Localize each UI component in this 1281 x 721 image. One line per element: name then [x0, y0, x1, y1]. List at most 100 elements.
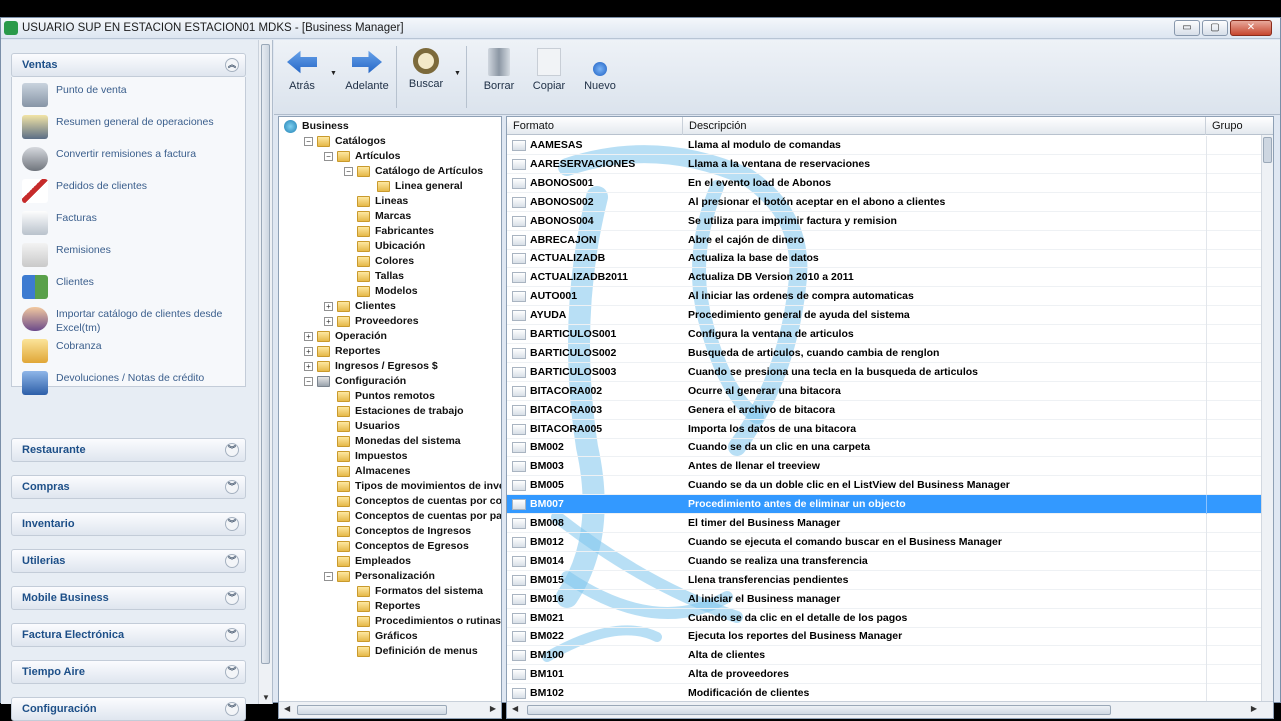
- chevron-down-icon[interactable]: ︾: [225, 591, 239, 605]
- table-row[interactable]: BM005 Cuando se da un doble clic en el Li…: [507, 476, 1263, 496]
- sidebar-item[interactable]: Devoluciones / Notas de crédito: [22, 371, 237, 395]
- table-row[interactable]: BM002 Cuando se da un clic en una carpeta: [507, 438, 1263, 458]
- sidebar-item[interactable]: Clientes: [22, 275, 237, 299]
- list-horizontal-scrollbar[interactable]: ◀ ▶: [507, 701, 1273, 718]
- scrollbar-thumb[interactable]: [1263, 137, 1272, 163]
- scroll-down-icon[interactable]: ▼: [262, 693, 270, 702]
- collapse-icon[interactable]: −: [324, 152, 333, 161]
- table-row[interactable]: BM012 Cuando se ejecuta el comando buscar…: [507, 532, 1263, 552]
- column-header-grupo[interactable]: Grupo: [1206, 117, 1273, 135]
- chevron-down-icon[interactable]: ︾: [225, 480, 239, 494]
- new-button[interactable]: Nuevo: [572, 48, 628, 92]
- tree-node[interactable]: Conceptos de Ingresos: [324, 524, 471, 539]
- tree-node[interactable]: + Ingresos / Egresos $: [304, 359, 438, 374]
- sidebar-item[interactable]: Importar catálogo de clientes desde Exce…: [22, 307, 237, 335]
- chevron-down-icon[interactable]: ︾: [225, 702, 239, 716]
- table-row[interactable]: BM003 Antes de llenar el treeview: [507, 457, 1263, 477]
- back-button[interactable]: Atrás: [274, 48, 330, 92]
- sidebar-item[interactable]: Cobranza: [22, 339, 237, 363]
- sidebar-item[interactable]: Facturas: [22, 211, 237, 235]
- table-row[interactable]: ABONOS004 Se utiliza para imprimir factur…: [507, 211, 1263, 231]
- sidebar-scrollbar[interactable]: ▼: [258, 40, 272, 704]
- group-header[interactable]: Configuración ︾: [11, 697, 246, 721]
- sidebar-item[interactable]: Punto de venta: [22, 83, 237, 107]
- group-header[interactable]: Mobile Business ︾: [11, 586, 246, 610]
- back-dropdown-icon[interactable]: ▼: [330, 70, 337, 77]
- table-row[interactable]: BARTICULOS003 Cuando se presiona una tecl…: [507, 362, 1263, 382]
- list-view[interactable]: Formato Descripción Grupo AAMESAS Llama a…: [506, 116, 1274, 719]
- table-row[interactable]: BM021 Cuando se da clic en el detalle de …: [507, 608, 1263, 628]
- table-row[interactable]: BM100 Alta de clientes: [507, 646, 1263, 666]
- table-row[interactable]: BM007 Procedimiento antes de eliminar un …: [507, 495, 1263, 515]
- table-row[interactable]: BM016 Al iniciar el Business manager: [507, 589, 1263, 609]
- table-row[interactable]: AAMESAS Llama al modulo de comandas: [507, 136, 1263, 155]
- group-header[interactable]: Restaurante ︾: [11, 438, 246, 462]
- collapse-icon[interactable]: −: [324, 572, 333, 581]
- tree-node[interactable]: Definición de menus: [344, 644, 478, 659]
- tree-node[interactable]: Lineas: [344, 194, 408, 209]
- list-vertical-scrollbar[interactable]: [1261, 135, 1273, 703]
- chevron-up-icon[interactable]: ︽: [225, 58, 239, 72]
- tree-node[interactable]: − Personalización: [324, 569, 435, 584]
- tree-node[interactable]: Conceptos de cuentas por pag: [324, 509, 501, 524]
- tree-node[interactable]: Formatos del sistema: [344, 584, 483, 599]
- tree-node[interactable]: Ubicación: [344, 239, 425, 254]
- group-header[interactable]: Inventario ︾: [11, 512, 246, 536]
- tree-view[interactable]: Business − Catálogos − Artículos − Catálogo de…: [278, 116, 502, 719]
- expand-icon[interactable]: +: [324, 302, 333, 311]
- sidebar-item[interactable]: Convertir remisiones a factura: [22, 147, 237, 171]
- tree-node[interactable]: Marcas: [344, 209, 411, 224]
- column-header-descripcion[interactable]: Descripción: [683, 117, 1206, 135]
- sidebar-item[interactable]: Remisiones: [22, 243, 237, 267]
- scroll-right-icon[interactable]: ▶: [490, 704, 496, 713]
- table-row[interactable]: BM014 Cuando se realiza una transferencia: [507, 551, 1263, 571]
- collapse-icon[interactable]: −: [304, 137, 313, 146]
- tree-node[interactable]: + Operación: [304, 329, 387, 344]
- table-row[interactable]: ABONOS002 Al presionar el botón aceptar e…: [507, 192, 1263, 212]
- table-row[interactable]: BARTICULOS001 Configura la ventana de art…: [507, 325, 1263, 344]
- scroll-left-icon[interactable]: ◀: [512, 704, 518, 713]
- tree-node[interactable]: − Artículos: [324, 149, 401, 164]
- tree-node[interactable]: Reportes: [344, 599, 421, 614]
- tree-node[interactable]: Colores: [344, 254, 414, 269]
- tree-horizontal-scrollbar[interactable]: ◀ ▶: [279, 701, 501, 718]
- sidebar-item[interactable]: Pedidos de clientes: [22, 179, 237, 203]
- table-row[interactable]: BITACORA005 Importa los datos de una bita…: [507, 419, 1263, 439]
- table-row[interactable]: BM022 Ejecuta los reportes del Business M…: [507, 627, 1263, 647]
- table-row[interactable]: BM101 Alta de proveedores: [507, 665, 1263, 685]
- chevron-down-icon[interactable]: ︾: [225, 517, 239, 531]
- scrollbar-thumb[interactable]: [527, 705, 1111, 715]
- copy-button[interactable]: Copiar: [521, 48, 577, 92]
- scroll-right-icon[interactable]: ▶: [1251, 704, 1257, 713]
- column-header-formato[interactable]: Formato: [507, 117, 683, 135]
- table-row[interactable]: AYUDA Procedimiento general de ayuda del …: [507, 306, 1263, 326]
- tree-node[interactable]: Fabricantes: [344, 224, 434, 239]
- table-row[interactable]: ACTUALIZADB2011 Actualiza DB Version 2010…: [507, 268, 1263, 288]
- tree-node[interactable]: − Catálogo de Artículos: [344, 164, 483, 179]
- table-row[interactable]: BARTICULOS002 Busqueda de articulos, cuan…: [507, 343, 1263, 363]
- table-row[interactable]: AARESERVACIONES Llama a la ventana de res…: [507, 154, 1263, 174]
- tree-node[interactable]: + Proveedores: [324, 314, 419, 329]
- expand-icon[interactable]: +: [304, 362, 313, 371]
- tree-node[interactable]: Gráficos: [344, 629, 418, 644]
- tree-node[interactable]: Conceptos de Egresos: [324, 539, 469, 554]
- tree-node[interactable]: + Clientes: [324, 299, 396, 314]
- maximize-button[interactable]: ▢: [1202, 20, 1228, 36]
- group-header-ventas[interactable]: Ventas ︽: [11, 53, 246, 77]
- collapse-icon[interactable]: −: [344, 167, 353, 176]
- tree-node[interactable]: Impuestos: [324, 449, 408, 464]
- close-button[interactable]: ✕: [1230, 20, 1272, 36]
- tree-node[interactable]: Linea general: [364, 179, 463, 194]
- sidebar-item[interactable]: Resumen general de operaciones: [22, 115, 237, 139]
- expand-icon[interactable]: +: [324, 317, 333, 326]
- tree-node[interactable]: − Catálogos: [304, 134, 386, 149]
- collapse-icon[interactable]: −: [304, 377, 313, 386]
- tree-node[interactable]: Puntos remotos: [324, 389, 435, 404]
- tree-node[interactable]: − Configuración: [304, 374, 406, 389]
- scroll-left-icon[interactable]: ◀: [284, 704, 290, 713]
- search-dropdown-icon[interactable]: ▼: [454, 70, 461, 77]
- tree-node[interactable]: Estaciones de trabajo: [324, 404, 464, 419]
- chevron-down-icon[interactable]: ︾: [225, 665, 239, 679]
- search-button[interactable]: Buscar: [398, 48, 454, 90]
- scrollbar-thumb[interactable]: [261, 44, 270, 664]
